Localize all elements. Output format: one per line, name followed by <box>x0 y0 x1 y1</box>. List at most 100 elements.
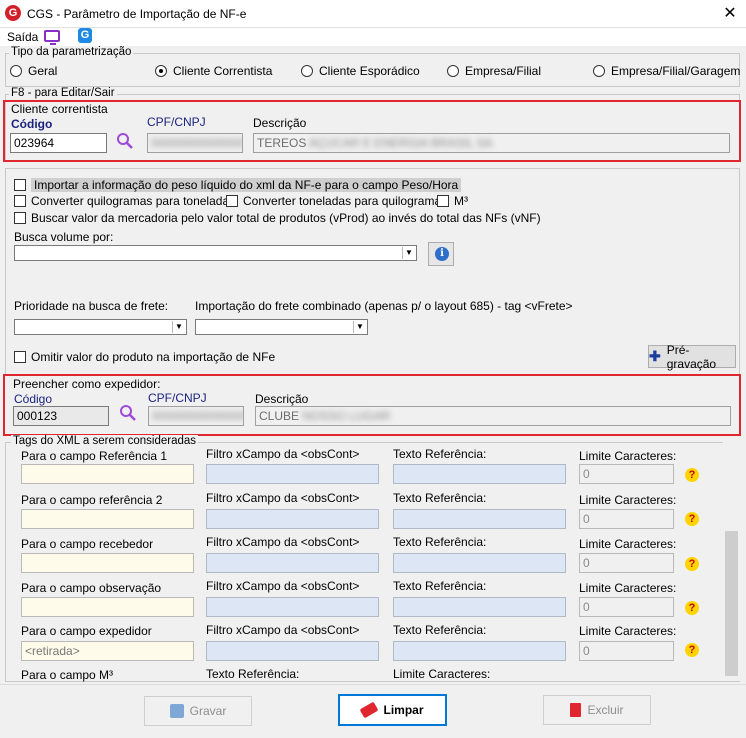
tag-row-label: Para o campo expedidor <box>21 624 152 638</box>
tag-observacao-field[interactable] <box>21 597 194 617</box>
prioridade-frete-label: Prioridade na busca de frete: <box>14 299 169 313</box>
f8-legend: F8 - para Editar/Sair <box>9 87 117 99</box>
frete-combinado-label: Importação do frete combinado (apenas p/… <box>195 299 573 313</box>
tag-limite-label: Limite Caracteres: <box>579 537 677 551</box>
tag-filtro-field[interactable] <box>206 464 379 484</box>
help-icon[interactable]: ? <box>685 643 699 657</box>
tag-limite-field[interactable]: 0 <box>579 509 674 529</box>
tag-filtro-label: Filtro xCampo da <obsCont> <box>206 535 360 549</box>
tag-limite-field[interactable]: 0 <box>579 464 674 484</box>
limpar-button[interactable]: Limpar <box>338 694 447 726</box>
window-title: CGS - Parâmetro de Importação de NF-e <box>27 7 247 21</box>
prioridade-frete-select[interactable]: ▼ <box>14 319 187 335</box>
chevron-down-icon: ▼ <box>172 321 185 333</box>
cliente-descricao-label: Descrição <box>253 116 307 130</box>
radio-cliente-correntista[interactable]: Cliente Correntista <box>155 64 272 78</box>
tag-texto-ref-label: Texto Referência: <box>393 491 487 505</box>
tag-texto-ref-field[interactable] <box>393 464 566 484</box>
info-button[interactable]: i <box>428 242 454 266</box>
expedidor-codigo-field[interactable]: 000123 <box>13 406 109 426</box>
help-icon[interactable]: ? <box>685 512 699 526</box>
busca-volume-label: Busca volume por: <box>14 230 114 244</box>
help-icon[interactable]: ? <box>685 557 699 571</box>
tag-filtro-field[interactable] <box>206 509 379 529</box>
cliente-codigo-field[interactable]: 023964 <box>10 133 107 153</box>
tag-ref2-field[interactable] <box>21 509 194 529</box>
chk-converter-ton-kg[interactable]: Converter toneladas para quilogramas <box>226 194 447 208</box>
tag-texto-ref-field[interactable] <box>393 553 566 573</box>
tag-texto-ref-label: Texto Referência: <box>393 535 487 549</box>
app-logo-icon: G <box>5 5 21 21</box>
tag-limite-field[interactable]: 0 <box>579 553 674 573</box>
close-icon[interactable]: ✕ <box>719 3 741 25</box>
expedidor-descricao-label: Descrição <box>255 392 309 406</box>
tag-expedidor-field[interactable]: <retirada> <box>21 641 194 661</box>
tag-limite-label: Limite Caracteres: <box>579 624 677 638</box>
trash-icon <box>570 703 582 717</box>
tags-scrollbar[interactable] <box>723 441 740 681</box>
info-icon: i <box>435 247 449 261</box>
cliente-correntista-legend: Cliente correntista <box>11 102 108 116</box>
tag-texto-ref-field[interactable] <box>393 509 566 529</box>
cliente-search-icon[interactable] <box>116 132 134 150</box>
expedidor-legend: Preencher como expedidor: <box>13 377 161 391</box>
plus-icon: ✚ <box>649 348 661 364</box>
app-g-icon[interactable]: G <box>78 28 92 43</box>
tag-texto-ref-field[interactable] <box>393 641 566 661</box>
tag-row-label: Para o campo recebedor <box>21 537 154 551</box>
expedidor-cpf-field: 00000000000000 <box>148 406 244 426</box>
cliente-cpf-label: CPF/CNPJ <box>147 115 206 129</box>
cliente-codigo-label: Código <box>11 117 53 131</box>
busca-volume-select[interactable]: ▼ <box>14 245 417 261</box>
chk-vprod[interactable]: Buscar valor da mercadoria pelo valor to… <box>14 211 541 225</box>
tag-row-label: Para o campo referência 2 <box>21 493 163 507</box>
tag-limite-field[interactable]: 0 <box>579 641 674 661</box>
tag-filtro-label: Filtro xCampo da <obsCont> <box>206 491 360 505</box>
tag-texto-ref-field[interactable] <box>393 597 566 617</box>
radio-cliente-esporadico[interactable]: Cliente Esporádico <box>301 64 420 78</box>
chk-omitir-valor[interactable]: Omitir valor do produto na importação de… <box>14 350 275 364</box>
chevron-down-icon: ▼ <box>353 321 366 333</box>
chk-converter-kg-ton[interactable]: Converter quilogramas para toneladas <box>14 194 235 208</box>
tag-filtro-field[interactable] <box>206 641 379 661</box>
tag-ref1-field[interactable] <box>21 464 194 484</box>
tag-filtro-label: Filtro xCampo da <obsCont> <box>206 447 360 461</box>
menu-bar <box>0 28 746 46</box>
help-icon[interactable]: ? <box>685 601 699 615</box>
tags-legend: Tags do XML a serem consideradas <box>11 435 199 447</box>
expedidor-descricao-field: CLUBE NOSSO LUGAR <box>255 406 731 426</box>
tag-filtro-field[interactable] <box>206 553 379 573</box>
radio-empresa-filial-garagem[interactable]: Empresa/Filial/Garagem <box>593 64 740 78</box>
menu-saida[interactable]: Saída <box>7 30 38 44</box>
tag-texto-ref-label: Texto Referência: <box>393 623 487 637</box>
chk-m3[interactable]: M³ <box>437 194 468 208</box>
scrollbar-thumb[interactable] <box>725 531 738 676</box>
frete-combinado-select[interactable]: ▼ <box>195 319 368 335</box>
eraser-icon <box>360 701 379 719</box>
tag-texto-ref-label: Texto Referência: <box>393 579 487 593</box>
pre-gravacao-button[interactable]: ✚ Pré-gravação <box>648 343 736 371</box>
expedidor-search-icon[interactable] <box>119 404 137 422</box>
tag-filtro-label: Filtro xCampo da <obsCont> <box>206 579 360 593</box>
cliente-cpf-field: 00000000000000 <box>147 133 243 153</box>
tag-limite-field[interactable]: 0 <box>579 597 674 617</box>
gravar-button[interactable]: Gravar <box>144 696 252 726</box>
tag-limite-label: Limite Caracteres: <box>579 493 677 507</box>
tipo-parametrizacao-legend: Tipo da parametrização <box>9 46 134 58</box>
monitor-icon[interactable] <box>44 30 60 45</box>
radio-empresa-filial[interactable]: Empresa/Filial <box>447 64 541 78</box>
help-icon[interactable]: ? <box>685 468 699 482</box>
tag-limite-label: Limite Caracteres: <box>579 449 677 463</box>
tag-limite-label: Limite Caracteres: <box>393 667 491 681</box>
tag-texto-ref-label: Texto Referência: <box>393 447 487 461</box>
excluir-button[interactable]: Excluir <box>543 695 651 725</box>
tag-recebedor-field[interactable] <box>21 553 194 573</box>
tag-texto-ref-label: Texto Referência: <box>206 667 300 681</box>
tag-filtro-label: Filtro xCampo da <obsCont> <box>206 623 360 637</box>
expedidor-cpf-label: CPF/CNPJ <box>148 391 207 405</box>
chk-importar-peso[interactable]: Importar a informação do peso líquido do… <box>14 178 462 192</box>
expedidor-codigo-label: Código <box>14 392 53 406</box>
radio-geral[interactable]: Geral <box>10 64 57 78</box>
tag-filtro-field[interactable] <box>206 597 379 617</box>
tag-row-label: Para o campo Referência 1 <box>21 449 168 463</box>
